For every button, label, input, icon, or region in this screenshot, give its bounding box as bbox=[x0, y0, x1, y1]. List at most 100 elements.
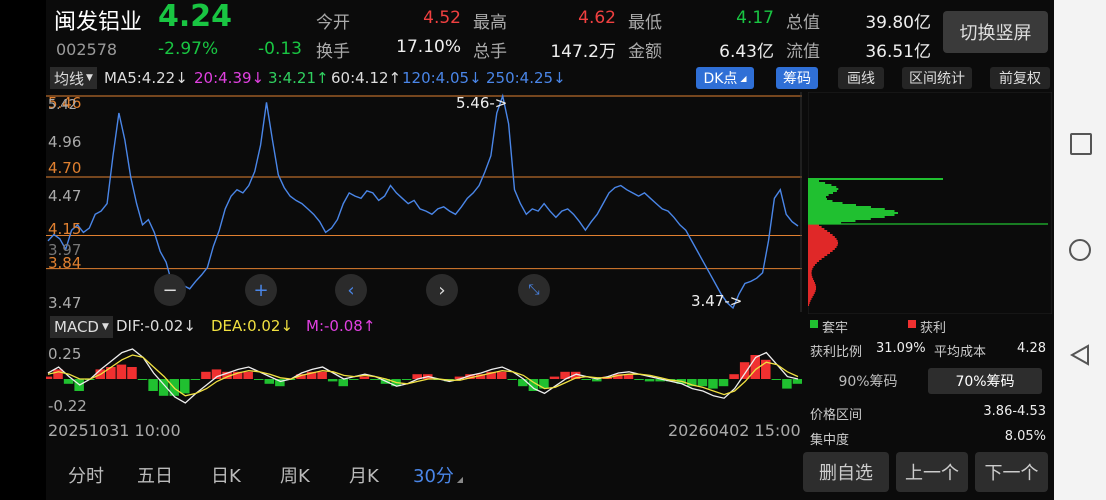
chip-bar bbox=[808, 264, 815, 266]
tab-weekly-k[interactable]: 周K bbox=[280, 462, 310, 488]
chip-bar bbox=[808, 242, 838, 244]
stock-detail-screen: 闽发铝业 4.24 002578 -2.97% -0.13 今开 4.52 最高… bbox=[46, 0, 1054, 500]
adjust-price-button[interactable]: 前复权 bbox=[990, 67, 1050, 89]
chip-bar bbox=[808, 290, 816, 292]
macd-dea: DEA:0.02↓ bbox=[211, 317, 294, 335]
chip-bar bbox=[808, 226, 822, 228]
macd-bar bbox=[264, 379, 275, 384]
ma-type-dropdown[interactable]: 均线 ▼ bbox=[50, 67, 97, 89]
next-stock-button[interactable]: 下一个 bbox=[975, 452, 1048, 492]
macd-bar bbox=[782, 379, 792, 389]
turnover-value: 17.10% bbox=[396, 37, 461, 57]
macd-bar bbox=[180, 379, 190, 394]
chips-70-tab[interactable]: 70%筹码 bbox=[928, 368, 1042, 394]
square-icon[interactable] bbox=[1070, 133, 1092, 155]
macd-bar bbox=[46, 376, 53, 379]
tab-monthly-k[interactable]: 月K bbox=[349, 462, 379, 488]
macd-bar bbox=[549, 376, 560, 379]
chip-bar bbox=[808, 182, 826, 184]
macd-bar bbox=[243, 371, 253, 379]
chip-bar bbox=[808, 230, 828, 232]
start-date: 20251031 10:00 bbox=[48, 421, 181, 440]
dk-point-button[interactable]: DK点 ◢ bbox=[696, 67, 754, 89]
volume-label: 总手 bbox=[473, 42, 507, 62]
stock-price: 4.24 bbox=[158, 0, 233, 34]
chip-bar bbox=[808, 262, 817, 264]
chip-bar bbox=[808, 258, 822, 260]
macd-bar bbox=[137, 379, 148, 380]
chip-bar bbox=[808, 280, 815, 282]
chip-bar bbox=[808, 300, 811, 302]
macd-bar bbox=[63, 379, 74, 384]
macd-bar bbox=[201, 371, 211, 379]
axis-price-l6: 3.84 bbox=[48, 254, 82, 272]
chip-bar bbox=[808, 208, 885, 210]
chevron-right-icon: › bbox=[438, 279, 446, 301]
macd-bar bbox=[253, 379, 264, 380]
back-triangle-icon[interactable] bbox=[1070, 344, 1090, 366]
profit-ratio-label: 获利比例 bbox=[810, 345, 863, 360]
macd-bar bbox=[634, 379, 644, 380]
macd-bar bbox=[317, 371, 327, 379]
macd-indicator-dropdown[interactable]: MACD ▼ bbox=[50, 316, 113, 338]
macd-bar bbox=[106, 367, 116, 379]
low-value: 4.17 bbox=[736, 8, 774, 28]
amount-label: 金额 bbox=[628, 42, 662, 62]
ma-toolbar: 均线 ▼ MA5:4.22↓ 20:4.39↓ 3:4.21↑ 60:4.12↑… bbox=[46, 66, 1054, 90]
draw-line-button[interactable]: 画线 bbox=[838, 67, 884, 89]
collapse-arrows-icon: ⤡ bbox=[528, 282, 540, 298]
chip-bar bbox=[808, 216, 885, 218]
chip-bar bbox=[808, 268, 813, 270]
ma20-value: 20:4.39↓ bbox=[194, 69, 265, 87]
chip-bar bbox=[808, 292, 815, 294]
macd-bar bbox=[729, 374, 739, 379]
scroll-right-button[interactable]: › bbox=[426, 274, 458, 306]
remove-favorite-button[interactable]: 删自选 bbox=[803, 452, 889, 492]
zoom-in-button[interactable]: + bbox=[245, 274, 277, 306]
previous-stock-button[interactable]: 上一个 bbox=[896, 452, 968, 492]
float-label: 流值 bbox=[786, 42, 820, 62]
macd-bar bbox=[370, 379, 380, 380]
macd-bar bbox=[349, 379, 359, 380]
low-label: 最低 bbox=[628, 13, 662, 33]
volume-value: 147.2万 bbox=[550, 42, 616, 62]
open-label: 今开 bbox=[316, 13, 350, 33]
chip-bar bbox=[808, 260, 820, 262]
chip-bar bbox=[808, 228, 825, 230]
chips-button[interactable]: 筹码 bbox=[776, 67, 818, 89]
tab-intraday[interactable]: 分时 bbox=[68, 462, 104, 488]
concentration-value: 8.05% bbox=[1004, 429, 1046, 444]
tab-five-day[interactable]: 五日 bbox=[137, 462, 173, 488]
chip-bar bbox=[808, 302, 810, 304]
chip-bar bbox=[808, 240, 838, 242]
zoom-out-button[interactable]: − bbox=[154, 274, 186, 306]
chips-90-tab[interactable]: 90%筹码 bbox=[810, 368, 926, 394]
macd-bar bbox=[771, 379, 782, 380]
switch-portrait-button[interactable]: 切换竖屏 bbox=[943, 11, 1048, 53]
high-value: 4.62 bbox=[578, 8, 616, 28]
chip-bar bbox=[808, 282, 815, 284]
macd-chart[interactable] bbox=[46, 342, 802, 416]
minus-icon: − bbox=[162, 279, 178, 301]
price-range-value: 3.86-4.53 bbox=[983, 404, 1046, 419]
range-stats-button[interactable]: 区间统计 bbox=[902, 67, 972, 89]
ma3-value: 3:4.21↑ bbox=[268, 69, 329, 87]
macd-bar bbox=[401, 379, 412, 380]
chip-bar bbox=[808, 186, 837, 188]
scroll-left-button[interactable]: ‹ bbox=[335, 274, 367, 306]
tab-daily-k[interactable]: 日K bbox=[211, 462, 241, 488]
tab-30min[interactable]: 30分 ◢ bbox=[413, 462, 463, 488]
chip-bar bbox=[808, 278, 814, 280]
trap-legend-swatch bbox=[810, 320, 818, 328]
chip-bar bbox=[808, 246, 837, 248]
chip-bar bbox=[808, 218, 871, 220]
macd-bar bbox=[697, 379, 708, 387]
axis-price-l2: 4.70 bbox=[48, 159, 82, 177]
plus-icon: + bbox=[253, 279, 269, 301]
circle-icon[interactable] bbox=[1069, 239, 1091, 261]
chip-distribution-chart bbox=[808, 92, 1052, 314]
chip-bar bbox=[808, 276, 813, 278]
macd-bar bbox=[518, 379, 528, 387]
chip-bar bbox=[808, 248, 835, 250]
reset-zoom-button[interactable]: ⤡ bbox=[518, 274, 550, 306]
